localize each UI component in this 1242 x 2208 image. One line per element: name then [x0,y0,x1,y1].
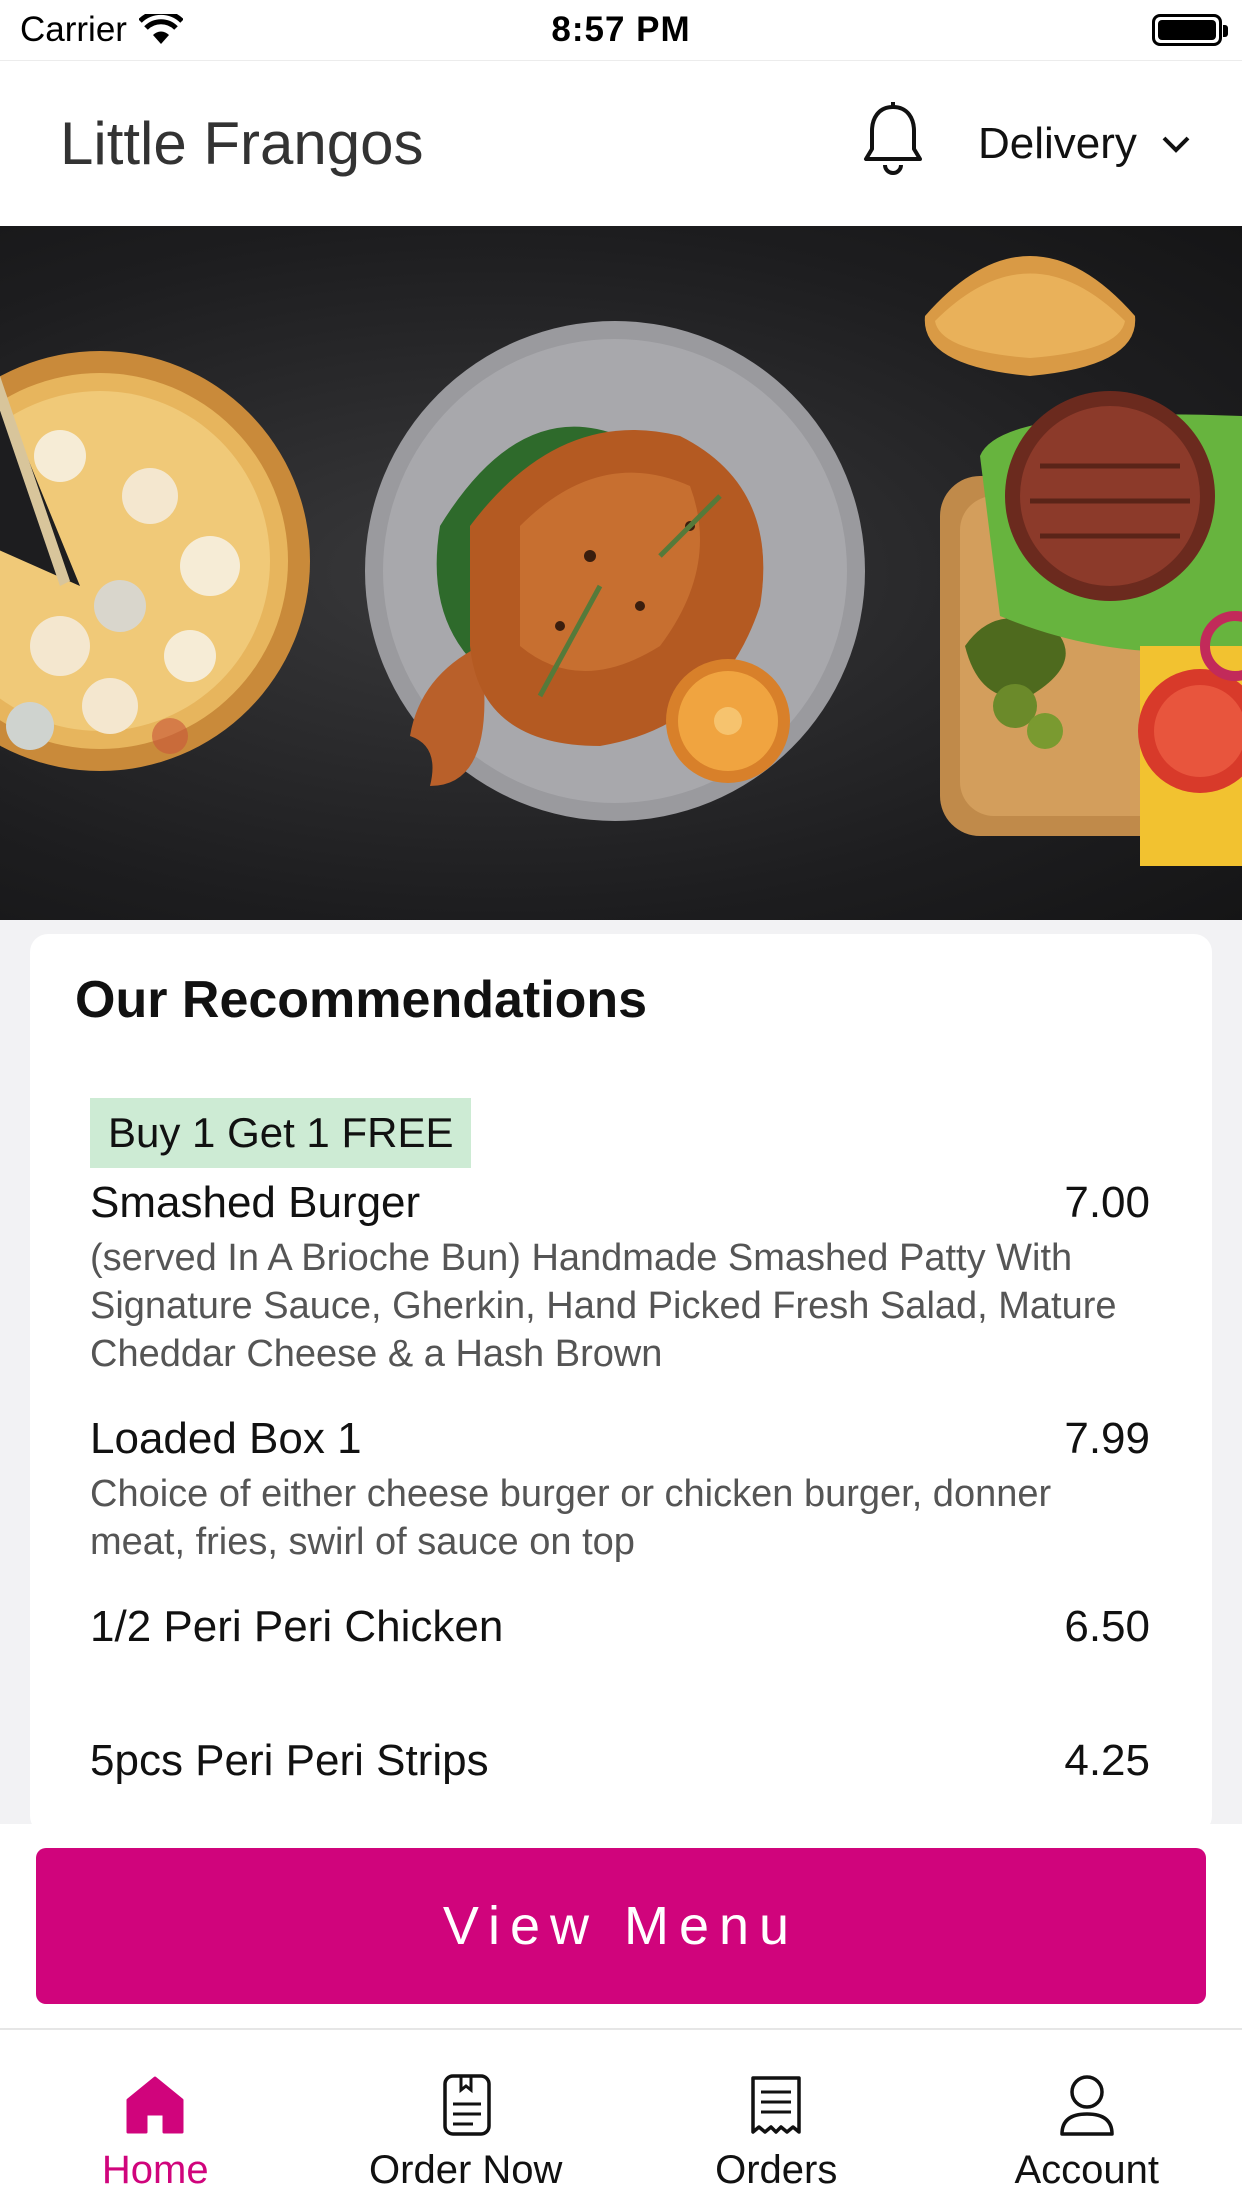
menu-item-description: Choice of either cheese burger or chicke… [90,1473,1052,1563]
menu-item-name: 5pcs Peri Peri Strips [90,1736,489,1785]
pizza-image [0,351,310,771]
menu-item-name: Loaded Box 1 [90,1414,362,1463]
delivery-mode-selector[interactable]: Delivery [978,119,1191,169]
receipt-icon [751,2076,801,2134]
tab-orders[interactable]: Orders [621,2030,932,2208]
menu-item[interactable]: Loaded Box 1 7.99 Choice of either chees… [90,1414,1150,1566]
tab-label: Order Now [369,2148,563,2192]
user-icon [1060,2075,1114,2136]
menu-item-name: Smashed Burger [90,1178,421,1227]
offer-badge: Buy 1 Get 1 FREE [90,1098,472,1168]
menu-item-description: (served In A Brioche Bun) Handmade Smash… [90,1237,1117,1375]
hero-food-banner [0,226,1242,920]
view-menu-button[interactable]: View Menu [36,1848,1206,2004]
battery-icon [1152,14,1228,46]
recommendations-card: Our Recommendations Buy 1 Get 1 FREE Sma… [30,934,1212,1834]
tab-label: Orders [715,2148,838,2192]
chevron-down-icon [1162,136,1190,153]
menu-item-price: 7.00 [1064,1178,1150,1227]
tab-home[interactable]: Home [0,2030,311,2208]
tab-account[interactable]: Account [932,2030,1242,2208]
burger-image [924,256,1242,866]
recommendations-title: Our Recommendations [75,971,648,1029]
menu-item-name: 1/2 Peri Peri Chicken [90,1602,504,1651]
menu-item[interactable]: 1/2 Peri Peri Chicken 6.50 [90,1602,1150,1652]
menu-item[interactable]: Smashed Burger 7.00 (served In A Brioche… [90,1178,1150,1378]
app-header: Little Frangos Delivery [0,60,1242,226]
menu-item-price: 6.50 [1064,1602,1150,1651]
tab-order-now[interactable]: Order Now [311,2030,622,2208]
tab-bar: Home Order Now Orders Account [0,2028,1242,2208]
delivery-mode-label: Delivery [978,119,1137,168]
menu-item-price: 4.25 [1064,1736,1150,1785]
tab-label: Home [101,2148,209,2192]
status-time: 8:57 PM [551,10,691,49]
bell-icon[interactable] [858,101,928,181]
tab-label: Account [1014,2148,1160,2192]
app-title: Little Frangos [60,110,424,177]
home-icon [126,2076,184,2134]
app-screen: Carrier 8:57 PM Little Frangos Delivery [0,0,1242,2208]
hero-illustration [0,256,1242,866]
chicken-plate-image [365,321,865,821]
order-book-icon [443,2074,491,2136]
status-bar: Carrier 8:57 PM [0,0,1242,60]
menu-item[interactable]: 5pcs Peri Peri Strips 4.25 [90,1736,1150,1786]
menu-item-price: 7.99 [1064,1414,1150,1463]
